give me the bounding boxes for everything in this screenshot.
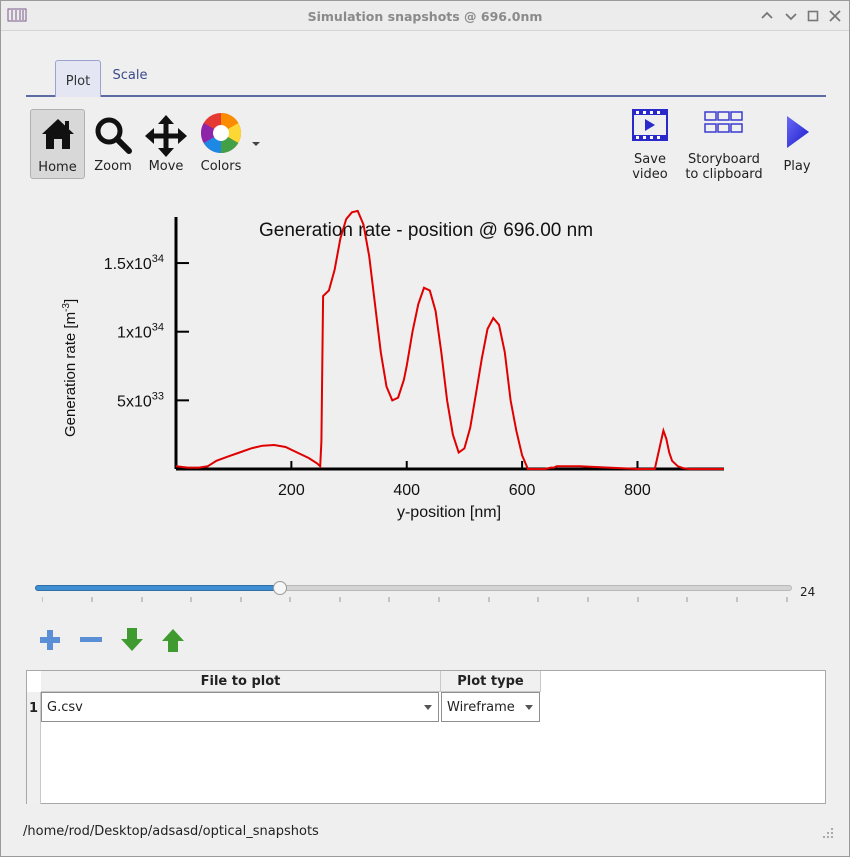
y-axis-label-main: Generation rate [m: [62, 312, 79, 437]
colors-label: Colors: [200, 159, 242, 174]
generation-rate-plot: Generation rate - position @ 696.00 nm 2…: [61, 209, 724, 521]
storyboard-icon: [704, 111, 743, 133]
y-tick-label: 1x1034: [117, 322, 164, 342]
zoom-label: Zoom: [94, 159, 132, 174]
series-line: [175, 209, 724, 470]
slider-ticks: [42, 597, 788, 602]
save-video-label-2: video: [632, 167, 668, 182]
tab-bar: Plot Scale: [26, 59, 826, 97]
x-tick-label: 400: [393, 482, 420, 499]
move-down-icon[interactable]: [119, 627, 145, 653]
plot-type-select-value: Wireframe: [447, 700, 515, 715]
storyboard-to-clipboard-button[interactable]: Storyboard to clipboard: [681, 109, 767, 182]
application-window: Simulation snapshots @ 696.0nm Plot Scal…: [0, 0, 850, 857]
y-axis-label: Generation rate [m-3]: [61, 299, 79, 437]
plot-type-select-arrow-icon: [525, 705, 533, 710]
play-label: Play: [783, 159, 811, 174]
storyboard-label-2: to clipboard: [685, 167, 763, 182]
color-wheel-icon: [201, 113, 241, 153]
y-tick-label-base: 1x10: [117, 325, 152, 342]
resize-grip-icon[interactable]: [822, 827, 834, 839]
move-button[interactable]: Move: [143, 109, 189, 179]
y-tick-label-base: 5x10: [117, 393, 152, 410]
save-video-label-1: Save: [634, 152, 666, 167]
play-button[interactable]: Play: [777, 109, 817, 179]
file-select[interactable]: G.csv: [41, 692, 439, 722]
window-title: Simulation snapshots @ 696.0nm: [307, 9, 543, 24]
zoom-icon: [95, 117, 132, 154]
y-tick-label-exp: 34: [152, 253, 164, 265]
file-select-value: G.csv: [47, 700, 83, 715]
add-row-icon[interactable]: [37, 627, 63, 653]
file-select-arrow-icon: [424, 705, 432, 710]
x-tick-label: 600: [509, 482, 536, 499]
minimize-icon[interactable]: [783, 8, 799, 24]
film-video-icon: [632, 109, 668, 141]
y-tick-label: 1.5x1034: [104, 253, 164, 273]
status-path: /home/rod/Desktop/adsasd/optical_snapsho…: [23, 824, 319, 839]
y-axis-label-end: ]: [62, 299, 79, 303]
plot-type-select[interactable]: Wireframe: [441, 692, 540, 722]
y-tick-label-exp: 34: [152, 322, 164, 334]
tab-scale[interactable]: Scale: [108, 55, 152, 92]
shade-window-icon[interactable]: [759, 8, 775, 24]
home-button[interactable]: Home: [30, 109, 85, 179]
chart-title: Generation rate - position @ 696.00 nm: [259, 220, 593, 241]
x-axis-label: y-position [nm]: [397, 504, 501, 521]
move-label: Move: [148, 159, 184, 174]
home-icon: [41, 119, 74, 149]
save-video-button[interactable]: Save video: [625, 109, 675, 182]
slider-fill: [35, 585, 281, 591]
x-tick-label: 800: [624, 482, 651, 499]
row-number: 1: [29, 701, 39, 716]
y-tick-label: 5x1033: [117, 390, 164, 410]
plot-axes: 200 400 600 8005x10331x10341.5x1034: [104, 217, 724, 499]
close-icon[interactable]: [827, 8, 843, 24]
maximize-icon[interactable]: [805, 8, 821, 24]
column-header-file[interactable]: File to plot: [41, 671, 441, 692]
colors-dropdown-icon[interactable]: [251, 141, 261, 147]
file-table: File to plot Plot type 1 G.csv Wireframe: [26, 670, 826, 804]
y-tick-label-exp: 33: [152, 390, 164, 402]
zoom-button[interactable]: Zoom: [91, 109, 135, 179]
tab-plot[interactable]: Plot: [55, 60, 101, 97]
slider-value: 24: [800, 585, 816, 599]
y-tick-label-base: 1.5x10: [104, 256, 152, 273]
storyboard-label-1: Storyboard: [688, 152, 760, 167]
title-bar: Simulation snapshots @ 696.0nm: [1, 1, 849, 31]
play-icon: [787, 116, 809, 148]
remove-row-icon[interactable]: [78, 627, 104, 653]
colors-button[interactable]: Colors: [197, 109, 245, 179]
slider-handle[interactable]: [273, 581, 287, 595]
home-label: Home: [38, 160, 77, 175]
column-header-plot-type[interactable]: Plot type: [441, 671, 541, 692]
move-icon: [145, 115, 187, 157]
move-up-icon[interactable]: [160, 627, 186, 653]
x-tick-label: 200: [278, 482, 305, 499]
